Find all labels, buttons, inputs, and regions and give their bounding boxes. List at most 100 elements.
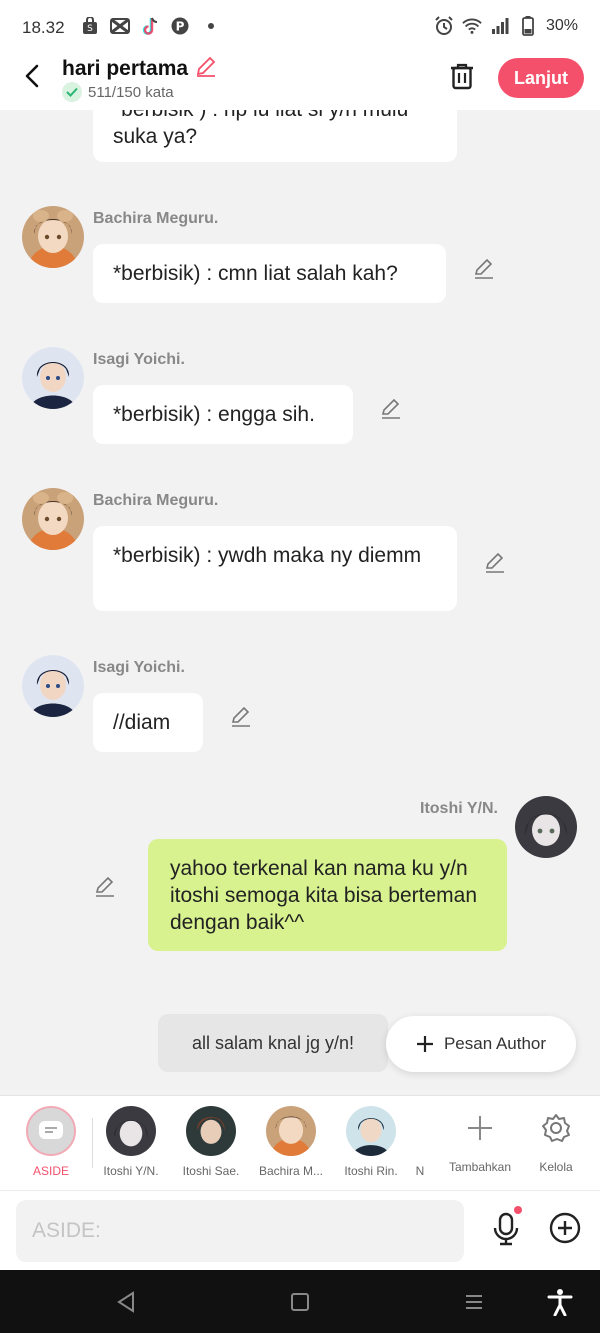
edit-message-button[interactable]	[229, 704, 253, 728]
aside-input[interactable]	[16, 1200, 464, 1262]
accessibility-button[interactable]	[546, 1288, 574, 1316]
accessibility-icon	[547, 1289, 573, 1316]
message-text: yahoo terkenal kan nama ku y/n itoshi se…	[170, 857, 477, 934]
aside-message[interactable]: all salam knal jg y/n!	[158, 1014, 388, 1072]
more-notifications-dot	[208, 23, 214, 29]
rin-avatar	[346, 1106, 396, 1156]
character-bachira[interactable]: Bachira M...	[252, 1106, 330, 1178]
nav-back-button[interactable]	[112, 1288, 140, 1316]
manage-label: Kelola	[539, 1160, 573, 1174]
yn-avatar	[106, 1106, 156, 1156]
edit-title-button[interactable]	[194, 54, 218, 83]
system-status: 30%	[434, 16, 578, 36]
message-text: *berbisik) : ywdh maka ny diemm	[113, 544, 422, 567]
character-sae[interactable]: Itoshi Sae.	[172, 1106, 250, 1178]
plus-icon	[416, 1036, 433, 1052]
menu-icon	[466, 1295, 482, 1309]
pencil-icon	[196, 56, 216, 77]
aside-character-button[interactable]: ASIDE	[12, 1106, 90, 1178]
edit-message-button[interactable]	[379, 396, 403, 420]
character-bar: ASIDE Itoshi Y/N. Itoshi Sae. Bachira M.…	[0, 1095, 600, 1190]
edit-message-button[interactable]	[483, 550, 507, 574]
speaker-name: Isagi Yoichi.	[93, 351, 185, 368]
bachira-avatar[interactable]	[22, 206, 84, 268]
edit-message-button[interactable]	[472, 256, 496, 280]
message-bubble[interactable]: *berbisik) : ywdh maka ny diemm	[93, 526, 457, 611]
status-time: 18.32	[22, 18, 65, 37]
speaker-name: Itoshi Y/N.	[420, 800, 498, 817]
plus-circle-icon	[549, 1212, 581, 1244]
character-rin[interactable]: Itoshi Rin.	[332, 1106, 410, 1178]
word-count: 511/150 kata	[62, 82, 174, 102]
microphone-button[interactable]	[488, 1211, 524, 1247]
isagi-avatar[interactable]	[22, 655, 84, 717]
message-bubble[interactable]: *berbisik) : engga sih.	[93, 385, 353, 444]
tiktok-icon	[140, 16, 160, 36]
yn-avatar[interactable]	[515, 796, 577, 858]
aside-icon	[26, 1106, 76, 1156]
back-button[interactable]	[18, 62, 46, 90]
triangle-back-icon	[117, 1291, 134, 1313]
plus-icon	[455, 1106, 505, 1150]
status-bar: 18.32 S P 30%	[0, 0, 600, 56]
delete-button[interactable]	[446, 60, 478, 92]
character-partial[interactable]: N	[412, 1106, 428, 1178]
add-content-button[interactable]	[548, 1211, 582, 1245]
pinterest-icon: P	[170, 16, 190, 36]
battery-icon	[518, 16, 538, 36]
wifi-icon	[462, 16, 482, 36]
square-home-icon	[291, 1293, 309, 1311]
battery-level: 30%	[545, 17, 578, 34]
notification-icons: S P	[80, 16, 214, 36]
system-navigation-bar	[0, 1270, 600, 1333]
bachira-avatar	[266, 1106, 316, 1156]
add-character-button[interactable]: Tambahkan	[445, 1106, 515, 1174]
alarm-icon	[434, 16, 454, 36]
message-bubble[interactable]: //diam	[93, 693, 203, 752]
message-bubble[interactable]: *berbisik) : cmn liat salah kah?	[93, 244, 446, 303]
nav-recents-button[interactable]	[460, 1288, 488, 1316]
character-label: ASIDE	[32, 1164, 69, 1178]
microphone-icon	[493, 1212, 519, 1246]
speaker-name: Bachira Meguru.	[93, 210, 219, 227]
speaker-name: Isagi Yoichi.	[93, 659, 185, 676]
message-text: *berbisik) : cmn liat salah kah?	[113, 262, 398, 285]
svg-text:S: S	[87, 24, 93, 34]
character-label: Bachira M...	[258, 1164, 324, 1178]
author-message-label: Pesan Author	[443, 1034, 547, 1053]
page-title: hari pertama	[62, 56, 189, 80]
word-count-label: 511/150 kata	[88, 83, 174, 101]
pencil-icon	[381, 398, 400, 419]
check-icon	[62, 82, 82, 102]
sae-avatar	[186, 1106, 236, 1156]
character-label: N	[415, 1164, 425, 1178]
bachira-avatar[interactable]	[22, 488, 84, 550]
chat-area: *berbisik ) : np lu liat si y/n mulu suk…	[0, 110, 600, 1095]
capcut-icon	[110, 16, 130, 36]
recording-indicator-dot	[514, 1206, 522, 1214]
next-button[interactable]: Lanjut	[498, 58, 584, 98]
character-label: Itoshi Y/N.	[103, 1164, 159, 1178]
trash-icon	[451, 63, 473, 90]
chevron-left-icon	[25, 64, 39, 88]
isagi-avatar[interactable]	[22, 347, 84, 409]
input-bar	[0, 1190, 600, 1270]
shopping-bag-icon: S	[80, 16, 100, 36]
pencil-icon	[231, 706, 250, 727]
pencil-icon	[95, 876, 114, 897]
character-label: Itoshi Sae.	[182, 1164, 240, 1178]
edit-message-button[interactable]	[93, 874, 117, 898]
signal-icon	[490, 16, 510, 36]
pencil-icon	[474, 258, 493, 279]
character-yn[interactable]: Itoshi Y/N.	[92, 1106, 170, 1178]
message-bubble[interactable]: *berbisik ) : np lu liat si y/n mulu suk…	[93, 110, 457, 162]
manage-button[interactable]: Kelola	[521, 1106, 591, 1174]
story-header: hari pertama 511/150 kata Lanjut	[0, 50, 600, 110]
message-text: *berbisik ) : np lu liat si y/n mulu suk…	[113, 110, 408, 148]
add-label: Tambahkan	[448, 1160, 512, 1174]
author-message-button[interactable]: Pesan Author	[386, 1016, 576, 1072]
my-message-bubble[interactable]: yahoo terkenal kan nama ku y/n itoshi se…	[148, 839, 507, 951]
message-text: *berbisik) : engga sih.	[113, 403, 315, 426]
svg-text:P: P	[176, 20, 185, 34]
nav-home-button[interactable]	[286, 1288, 314, 1316]
